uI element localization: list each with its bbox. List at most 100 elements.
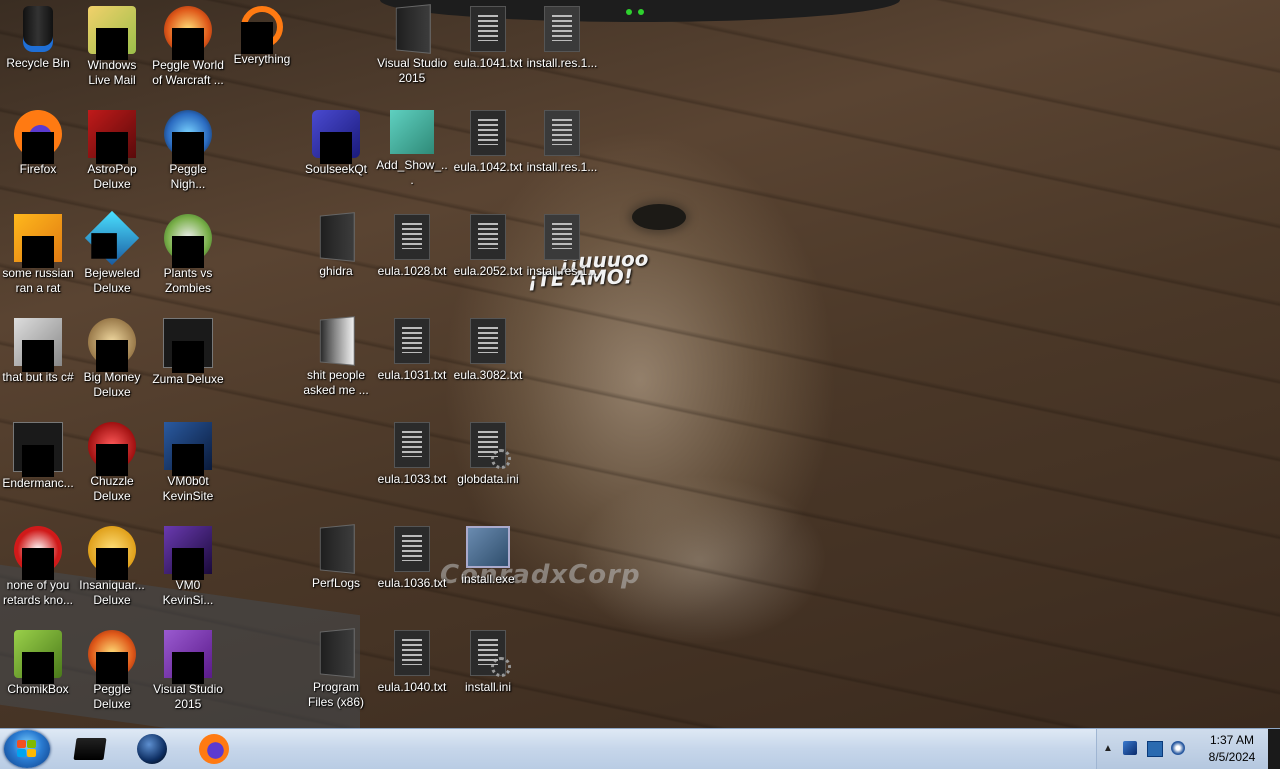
desktop-icon-eula-1040[interactable]: eula.1040.txt — [374, 626, 450, 726]
desktop-icon-label: Insaniquar... Deluxe — [79, 578, 145, 607]
desktop-icon-vm0b0t-kevinsite[interactable]: VM0b0t KevinSite — [150, 418, 226, 518]
game-icon — [164, 214, 212, 268]
desktop-icon-visual-studio-folder[interactable]: Visual Studio 2015 — [374, 2, 450, 102]
desktop-icon-globdata-ini[interactable]: globdata.ini — [450, 418, 526, 518]
desktop-icon-big-money[interactable]: Big Money Deluxe — [74, 314, 150, 414]
desktop-icon-eula-1031[interactable]: eula.1031.txt — [374, 314, 450, 414]
text-file-icon — [470, 214, 506, 260]
desktop-icon-label: that but its c# — [2, 370, 74, 384]
desktop-icon-peggle-deluxe[interactable]: Peggle Deluxe — [74, 626, 150, 726]
game-icon — [163, 318, 213, 373]
desktop-icon-firefox[interactable]: Firefox — [0, 106, 76, 206]
folder-icon — [319, 316, 355, 366]
desktop-icon-windows-live-mail[interactable]: Windows Live Mail — [74, 2, 150, 102]
text-file-icon — [394, 630, 430, 676]
desktop-icon-chomikbox[interactable]: ChomikBox — [0, 626, 76, 726]
desktop-icon-label: install.res.1... — [526, 264, 598, 278]
desktop-icon-chuzzle[interactable]: Chuzzle Deluxe — [74, 418, 150, 518]
desktop-icon-recycle-bin[interactable]: Recycle Bin — [0, 2, 76, 102]
desktop-icon-everything[interactable]: Everything — [224, 2, 300, 102]
game-icon — [164, 6, 212, 60]
resource-file-icon — [544, 110, 580, 156]
firefox-icon — [14, 110, 62, 164]
text-file-icon — [470, 6, 506, 52]
desktop-icon-insaniquarium[interactable]: Insaniquar... Deluxe — [74, 522, 150, 622]
search-icon — [241, 6, 283, 54]
desktop-icon-peggle-wow[interactable]: Peggle World of Warcraft ... — [150, 2, 226, 102]
game-icon — [88, 630, 136, 684]
desktop-icon-install-res-2[interactable]: install.res.1... — [524, 106, 600, 206]
game-icon — [88, 422, 136, 476]
desktop-icon-label: none of you retards kno... — [2, 578, 74, 607]
app-icon — [312, 110, 360, 164]
desktop-icon-label: Peggle Nigh... — [169, 162, 207, 191]
taskbar-pinned-firefox[interactable] — [186, 731, 242, 767]
desktop-icon-eula-3082[interactable]: eula.3082.txt — [450, 314, 526, 414]
show-desktop-button[interactable] — [1268, 729, 1280, 769]
volume-tray-icon[interactable] — [1171, 741, 1185, 755]
desktop-icon-eula-1042[interactable]: eula.1042.txt — [450, 106, 526, 206]
gear-icon — [491, 449, 511, 469]
desktop-icon-label: globdata.ini — [457, 472, 519, 486]
desktop-icon-install-ini[interactable]: install.ini — [450, 626, 526, 726]
resource-file-icon — [544, 6, 580, 52]
app-icon — [14, 318, 62, 372]
taskbar-clock[interactable]: 1:37 AM 8/5/2024 — [1197, 732, 1267, 766]
desktop-icon-soulseekqt[interactable]: SoulseekQt — [298, 106, 374, 206]
network-tray-icon[interactable] — [1147, 741, 1163, 757]
desktop-icon-eula-2052[interactable]: eula.2052.txt — [450, 210, 526, 310]
desktop-icon-that-but-its-csharp[interactable]: that but its c# — [0, 314, 76, 414]
desktop-icon-program-files-x86[interactable]: Program Files (x86) — [298, 626, 374, 726]
desktop-icon-label: eula.1042.txt — [453, 160, 523, 174]
desktop-icon-label: eula.1028.txt — [377, 264, 447, 278]
desktop-icon-label: Visual Studio 2015 — [377, 56, 447, 85]
desktop-icon-endermanch[interactable]: Endermanc... — [0, 418, 76, 518]
desktop-icon-label: Add_Show_... — [376, 158, 448, 187]
desktop-icon-astropop[interactable]: AstroPop Deluxe — [74, 106, 150, 206]
desktop-icon-bejeweled[interactable]: Bejeweled Deluxe — [74, 210, 150, 310]
desktop-icon-install-res-3[interactable]: install.res.1... — [524, 210, 600, 310]
desktop-icon-add-show[interactable]: Add_Show_... — [374, 106, 450, 206]
game-icon — [88, 526, 136, 580]
app-icon — [14, 526, 62, 580]
desktop-icon-label: some russian ran a rat — [2, 266, 74, 295]
desktop-icon-some-russian-ran-a-rat[interactable]: some russian ran a rat — [0, 210, 76, 310]
desktop-icon-label: ChomikBox — [7, 682, 69, 696]
desktop-icon-eula-1033[interactable]: eula.1033.txt — [374, 418, 450, 518]
desktop-icon-perflogs[interactable]: PerfLogs — [298, 522, 374, 622]
clock-date: 8/5/2024 — [1208, 750, 1256, 764]
desktop-icon-plants-vs-zombies[interactable]: Plants vs Zombies — [150, 210, 226, 310]
desktop-icon-eula-1036[interactable]: eula.1036.txt — [374, 522, 450, 622]
desktop-icon-ghidra[interactable]: ghidra — [298, 210, 374, 310]
text-file-icon — [394, 214, 430, 260]
show-hidden-icons-arrow-icon[interactable]: ▲ — [1103, 743, 1113, 754]
firefox-icon — [199, 734, 229, 764]
desktop-icon-label: VM0 KevinSi... — [162, 578, 214, 607]
desktop-icon-zuma[interactable]: Zuma Deluxe — [150, 314, 226, 414]
desktop-icon-label: Program Files (x86) — [307, 680, 364, 709]
taskbar-pinned-terminal[interactable] — [62, 731, 118, 767]
desktop-icon-none-of-you[interactable]: none of you retards kno... — [0, 522, 76, 622]
bluetooth-tray-icon[interactable] — [1123, 741, 1137, 755]
game-icon — [88, 318, 136, 372]
desktop-icon-install-res-1[interactable]: install.res.1... — [524, 2, 600, 102]
folder-icon — [319, 628, 355, 678]
indicator-dot — [626, 9, 632, 15]
desktop-icon-visual-studio-2015[interactable]: Visual Studio 2015 — [150, 626, 226, 726]
desktop-icon-label: Firefox — [19, 162, 57, 176]
desktop-icon-label: eula.1041.txt — [453, 56, 523, 70]
desktop-icon-eula-1041[interactable]: eula.1041.txt — [450, 2, 526, 102]
desktop-icon-label: Endermanc... — [2, 476, 74, 490]
taskbar-pinned-globe[interactable] — [124, 731, 180, 767]
desktop-icon-label: eula.1036.txt — [377, 576, 447, 590]
desktop-icon-label: eula.3082.txt — [453, 368, 523, 382]
desktop-icon-shit-people-asked-me[interactable]: shit people asked me ... — [298, 314, 374, 414]
desktop-icon-label: PerfLogs — [311, 576, 361, 590]
desktop-icon-eula-1028[interactable]: eula.1028.txt — [374, 210, 450, 310]
start-button[interactable] — [4, 730, 50, 768]
desktop-icon-label: SoulseekQt — [304, 162, 368, 176]
desktop-icon-label: Visual Studio 2015 — [153, 682, 223, 711]
desktop-icon-vm0-kevinsite[interactable]: VM0 KevinSi... — [150, 522, 226, 622]
desktop-icon-install-exe[interactable]: install.exe — [450, 522, 526, 622]
desktop-icon-peggle-nights[interactable]: Peggle Nigh... — [150, 106, 226, 206]
